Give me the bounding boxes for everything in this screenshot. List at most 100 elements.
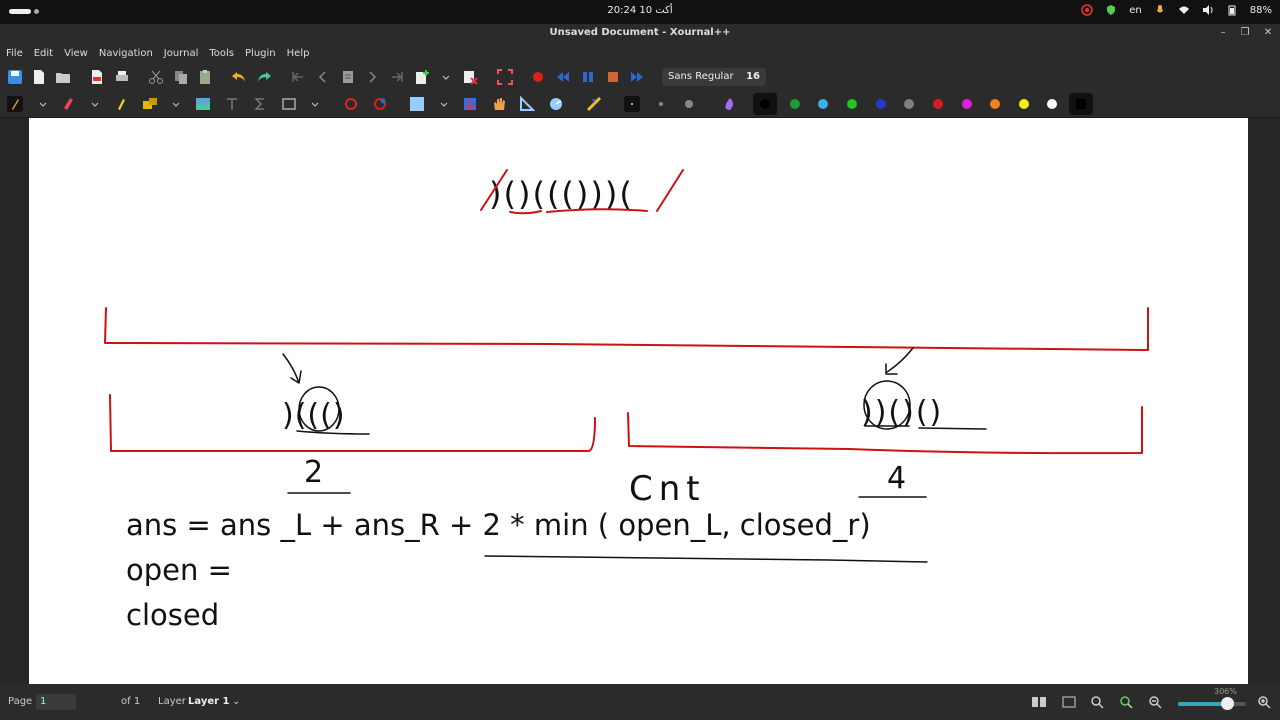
compass-icon[interactable]: [548, 96, 564, 112]
color-yellow[interactable]: [1019, 99, 1029, 109]
eraser-tool-icon[interactable]: [60, 96, 76, 112]
cut-icon[interactable]: [148, 69, 164, 85]
menu-navigation[interactable]: Navigation: [99, 44, 160, 64]
layer-selector[interactable]: Layer 1: [188, 696, 229, 707]
right-arrow: [885, 347, 914, 375]
select-rectangle-icon[interactable]: [281, 96, 297, 112]
workspace-indicator[interactable]: [9, 9, 31, 14]
right-underline-2: [918, 427, 987, 430]
medium-line-width-icon[interactable]: [653, 96, 669, 112]
single-page-icon[interactable]: [1061, 696, 1077, 708]
pdf-highlight-icon[interactable]: [586, 96, 602, 112]
export-pdf-icon[interactable]: [89, 69, 105, 85]
document-workspace: )()((()))( )((() ))()() 2 4 Cnt ans = an…: [0, 118, 1280, 684]
redo-icon[interactable]: [256, 69, 272, 85]
color-black[interactable]: [760, 99, 770, 109]
battery-icon[interactable]: [1226, 4, 1238, 16]
volume-icon[interactable]: [1202, 4, 1214, 16]
highlighter-tool-icon[interactable]: [113, 96, 129, 112]
menu-view[interactable]: View: [64, 44, 95, 64]
wifi-icon[interactable]: [1178, 4, 1190, 16]
first-page-icon[interactable]: [290, 69, 306, 85]
eraser-options-dropdown-icon[interactable]: [87, 96, 103, 112]
workspace-dot[interactable]: [34, 9, 39, 14]
zoom-slider-handle[interactable]: [1220, 697, 1234, 710]
color-light-blue[interactable]: [818, 99, 828, 109]
last-page-icon[interactable]: [389, 69, 405, 85]
save-icon[interactable]: [7, 69, 23, 85]
add-page-dropdown-icon[interactable]: [438, 69, 454, 85]
paste-icon[interactable]: [197, 69, 213, 85]
pause-icon[interactable]: [580, 69, 596, 85]
play-object-icon[interactable]: [372, 96, 388, 112]
copy-icon[interactable]: [173, 69, 189, 85]
math-tex-icon[interactable]: [252, 96, 268, 112]
fast-forward-icon[interactable]: [629, 69, 645, 85]
open-folder-icon[interactable]: [55, 69, 71, 85]
insert-space-icon[interactable]: [462, 96, 478, 112]
select-dropdown-icon[interactable]: [307, 96, 323, 112]
rewind-icon[interactable]: [555, 69, 571, 85]
page-number-input[interactable]: 1: [36, 694, 76, 710]
stop-icon[interactable]: [605, 69, 621, 85]
previous-page-icon[interactable]: [315, 69, 331, 85]
layer-dropdown-icon[interactable]: ⌄: [232, 696, 240, 707]
zoom-100-icon[interactable]: [1119, 695, 1133, 709]
color-blue[interactable]: [876, 99, 886, 109]
thick-line-width-icon[interactable]: [681, 96, 697, 112]
select-object-icon[interactable]: [343, 96, 359, 112]
print-icon[interactable]: [114, 69, 130, 85]
zoom-out-icon[interactable]: [1148, 695, 1162, 709]
vertical-space-dropdown-icon[interactable]: [436, 96, 452, 112]
color-white[interactable]: [1047, 99, 1057, 109]
zoom-slider[interactable]: [1178, 697, 1246, 710]
fullscreen-icon[interactable]: [497, 69, 513, 85]
menu-tools[interactable]: Tools: [209, 44, 241, 64]
restore-button[interactable]: ❐: [1238, 27, 1252, 38]
menu-file[interactable]: File: [6, 44, 30, 64]
minimize-button[interactable]: –: [1216, 27, 1230, 38]
custom-color-swatch[interactable]: [1076, 99, 1086, 109]
pen-options-dropdown-icon[interactable]: [35, 96, 51, 112]
color-green[interactable]: [847, 99, 857, 109]
handwritten-left-group: )(((): [282, 398, 346, 433]
font-selector[interactable]: Sans Regular 16: [662, 68, 766, 86]
hand-tool-icon[interactable]: [491, 96, 507, 112]
vertical-space-icon[interactable]: [409, 96, 425, 112]
image-tool-icon[interactable]: [195, 96, 211, 112]
fill-tool-icon[interactable]: [720, 96, 736, 112]
record-icon[interactable]: [1081, 4, 1094, 16]
shapes-tool-icon[interactable]: [142, 96, 158, 112]
system-clock[interactable]: 20:24 10 أكت: [560, 5, 720, 16]
thin-line-width-icon[interactable]: [624, 96, 640, 112]
menu-journal[interactable]: Journal: [164, 44, 206, 64]
new-document-icon[interactable]: [31, 69, 47, 85]
color-orange[interactable]: [990, 99, 1000, 109]
menu-plugin[interactable]: Plugin: [245, 44, 283, 64]
goto-page-icon[interactable]: [340, 69, 356, 85]
text-tool-icon[interactable]: [224, 96, 240, 112]
pen-tool-icon[interactable]: [7, 96, 23, 112]
keyboard-layout[interactable]: en: [1129, 5, 1142, 16]
color-dark-green[interactable]: [790, 99, 800, 109]
color-magenta[interactable]: [962, 99, 972, 109]
color-red[interactable]: [933, 99, 943, 109]
shield-icon[interactable]: [1105, 4, 1117, 16]
zoom-fit-icon[interactable]: [1090, 695, 1104, 709]
undo-icon[interactable]: [231, 69, 247, 85]
shapes-dropdown-icon[interactable]: [168, 96, 184, 112]
menu-edit[interactable]: Edit: [34, 44, 60, 64]
setsquare-icon[interactable]: [519, 96, 535, 112]
close-button[interactable]: ✕: [1261, 27, 1275, 38]
microphone-icon[interactable]: [1154, 4, 1166, 16]
record-audio-icon[interactable]: [530, 69, 546, 85]
color-gray[interactable]: [904, 99, 914, 109]
menu-help[interactable]: Help: [287, 44, 317, 64]
next-page-icon[interactable]: [364, 69, 380, 85]
delete-page-icon[interactable]: [462, 69, 478, 85]
add-page-icon[interactable]: [414, 69, 430, 85]
journal-page[interactable]: )()((()))( )((() ))()() 2 4 Cnt ans = an…: [29, 118, 1248, 684]
dual-page-icon[interactable]: [1031, 696, 1047, 708]
system-top-bar: 20:24 10 أكت en 88%: [0, 0, 1280, 24]
zoom-in-icon[interactable]: [1257, 695, 1271, 709]
